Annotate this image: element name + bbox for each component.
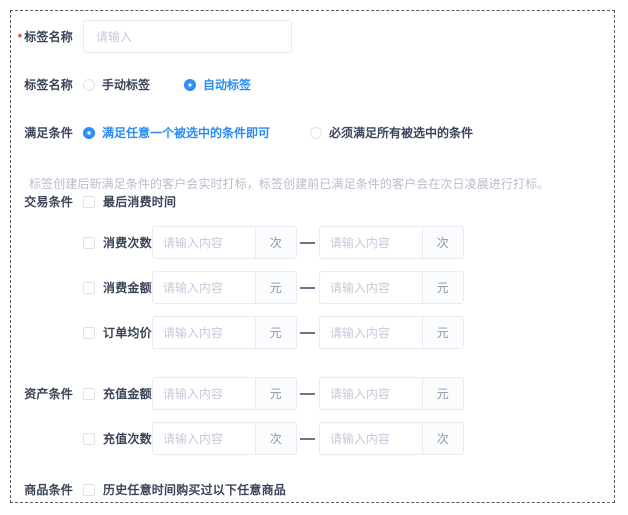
range-purchase-amount: 元 元 <box>152 271 464 304</box>
recharge-amount-from-input[interactable] <box>153 378 255 409</box>
form-row-recharge-amount: 资产条件 充值金额 元 元 <box>11 377 464 410</box>
purchase-amount-from-input[interactable] <box>153 272 255 303</box>
purchase-amount-from-unit: 元 <box>255 272 296 303</box>
radio-match-any-label: 满足任意一个被选中的条件即可 <box>102 124 270 141</box>
checkbox-recharge-count-label: 充值次数 <box>103 430 152 447</box>
label-tag-name: *标签名称 <box>11 28 83 45</box>
form-row-recharge-count: 充值次数 次 次 <box>11 422 464 455</box>
label-asset-condition: 资产条件 <box>11 385 83 402</box>
purchase-count-to-input[interactable] <box>320 227 422 258</box>
label-trade-condition: 交易条件 <box>11 193 83 210</box>
range-separator-icon <box>297 332 319 334</box>
avg-order-price-from-unit: 元 <box>255 317 296 348</box>
form-row-match-condition: 满足条件 满足任意一个被选中的条件即可 必须满足所有被选中的条件 <box>11 124 473 141</box>
range-separator-icon <box>297 242 319 244</box>
radio-tag-type-auto-label: 自动标签 <box>203 76 251 93</box>
purchase-count-to-group: 次 <box>319 226 464 259</box>
radio-match-any[interactable]: 满足任意一个被选中的条件即可 <box>83 124 270 141</box>
checkbox-unchecked-icon <box>83 327 95 339</box>
label-tag-type: 标签名称 <box>11 76 83 93</box>
checkbox-avg-order-price[interactable]: 订单均价 <box>83 324 152 341</box>
checkbox-purchase-count-label: 消费次数 <box>103 234 152 251</box>
purchase-count-to-unit: 次 <box>422 227 463 258</box>
radio-match-all[interactable]: 必须满足所有被选中的条件 <box>310 124 473 141</box>
purchase-amount-to-unit: 元 <box>422 272 463 303</box>
form-row-purchase-count: 消费次数 次 次 <box>11 226 464 259</box>
tag-name-input[interactable] <box>83 20 292 53</box>
form-row-tag-type: 标签名称 手动标签 自动标签 <box>11 76 251 93</box>
checkbox-unchecked-icon <box>83 388 95 400</box>
purchase-count-from-unit: 次 <box>255 227 296 258</box>
recharge-amount-to-group: 元 <box>319 377 464 410</box>
checkbox-recharge-amount[interactable]: 充值金额 <box>83 385 152 402</box>
purchase-amount-from-group: 元 <box>152 271 297 304</box>
checkbox-unchecked-icon <box>83 196 95 208</box>
recharge-amount-from-unit: 元 <box>255 378 296 409</box>
checkbox-avg-order-price-label: 订单均价 <box>103 324 152 341</box>
recharge-count-to-input[interactable] <box>320 423 422 454</box>
recharge-amount-from-group: 元 <box>152 377 297 410</box>
form-hint-text: 标签创建后新满足条件的客户会实时打标，标签创建前已满足条件的客户会在次日凌晨进行… <box>29 175 549 192</box>
radio-dot-unchecked-icon <box>83 79 95 91</box>
range-separator-icon <box>297 393 319 395</box>
range-recharge-count: 次 次 <box>152 422 464 455</box>
form-row-trade-last-purchase-time: 交易条件 最后消费时间 <box>11 193 176 210</box>
radio-dot-checked-icon <box>83 127 95 139</box>
avg-order-price-from-input[interactable] <box>153 317 255 348</box>
label-tag-name-text: 标签名称 <box>24 30 73 44</box>
checkbox-purchase-amount-label: 消费金额 <box>103 279 152 296</box>
range-avg-order-price: 元 元 <box>152 316 464 349</box>
required-asterisk-icon: * <box>18 32 22 44</box>
range-purchase-count: 次 次 <box>152 226 464 259</box>
purchase-count-from-group: 次 <box>152 226 297 259</box>
checkbox-purchase-amount[interactable]: 消费金额 <box>83 279 152 296</box>
radio-dot-unchecked-icon <box>310 127 322 139</box>
avg-order-price-from-group: 元 <box>152 316 297 349</box>
recharge-count-to-group: 次 <box>319 422 464 455</box>
form-row-goods-condition: 商品条件 历史任意时间购买过以下任意商品 <box>11 481 286 498</box>
label-goods-condition: 商品条件 <box>11 481 83 498</box>
purchase-count-from-input[interactable] <box>153 227 255 258</box>
avg-order-price-to-unit: 元 <box>422 317 463 348</box>
checkbox-last-purchase-time[interactable]: 最后消费时间 <box>83 193 176 210</box>
recharge-count-from-unit: 次 <box>255 423 296 454</box>
form-row-tag-name: *标签名称 <box>11 20 292 53</box>
range-recharge-amount: 元 元 <box>152 377 464 410</box>
label-match-condition: 满足条件 <box>11 124 83 141</box>
recharge-count-from-input[interactable] <box>153 423 255 454</box>
avg-order-price-to-input[interactable] <box>320 317 422 348</box>
recharge-count-from-group: 次 <box>152 422 297 455</box>
radio-dot-checked-icon <box>184 79 196 91</box>
range-separator-icon <box>297 287 319 289</box>
tag-form-panel: *标签名称 标签名称 手动标签 自动标签 满足条件 满足任意一个被选中的条件即可… <box>10 10 615 503</box>
radio-match-all-label: 必须满足所有被选中的条件 <box>329 124 473 141</box>
checkbox-unchecked-icon <box>83 433 95 445</box>
checkbox-unchecked-icon <box>83 282 95 294</box>
form-row-purchase-amount: 消费金额 元 元 <box>11 271 464 304</box>
radio-tag-type-auto[interactable]: 自动标签 <box>184 76 251 93</box>
form-row-avg-order-price: 订单均价 元 元 <box>11 316 464 349</box>
recharge-amount-to-unit: 元 <box>422 378 463 409</box>
checkbox-bought-any-goods-label: 历史任意时间购买过以下任意商品 <box>103 481 286 498</box>
avg-order-price-to-group: 元 <box>319 316 464 349</box>
checkbox-unchecked-icon <box>83 484 95 496</box>
checkbox-recharge-count[interactable]: 充值次数 <box>83 430 152 447</box>
recharge-count-to-unit: 次 <box>422 423 463 454</box>
recharge-amount-to-input[interactable] <box>320 378 422 409</box>
purchase-amount-to-input[interactable] <box>320 272 422 303</box>
range-separator-icon <box>297 438 319 440</box>
purchase-amount-to-group: 元 <box>319 271 464 304</box>
checkbox-purchase-count[interactable]: 消费次数 <box>83 234 152 251</box>
radio-tag-type-manual-label: 手动标签 <box>102 76 150 93</box>
checkbox-bought-any-goods[interactable]: 历史任意时间购买过以下任意商品 <box>83 481 286 498</box>
checkbox-unchecked-icon <box>83 237 95 249</box>
checkbox-last-purchase-time-label: 最后消费时间 <box>103 193 176 210</box>
checkbox-recharge-amount-label: 充值金额 <box>103 385 152 402</box>
radio-tag-type-manual[interactable]: 手动标签 <box>83 76 150 93</box>
